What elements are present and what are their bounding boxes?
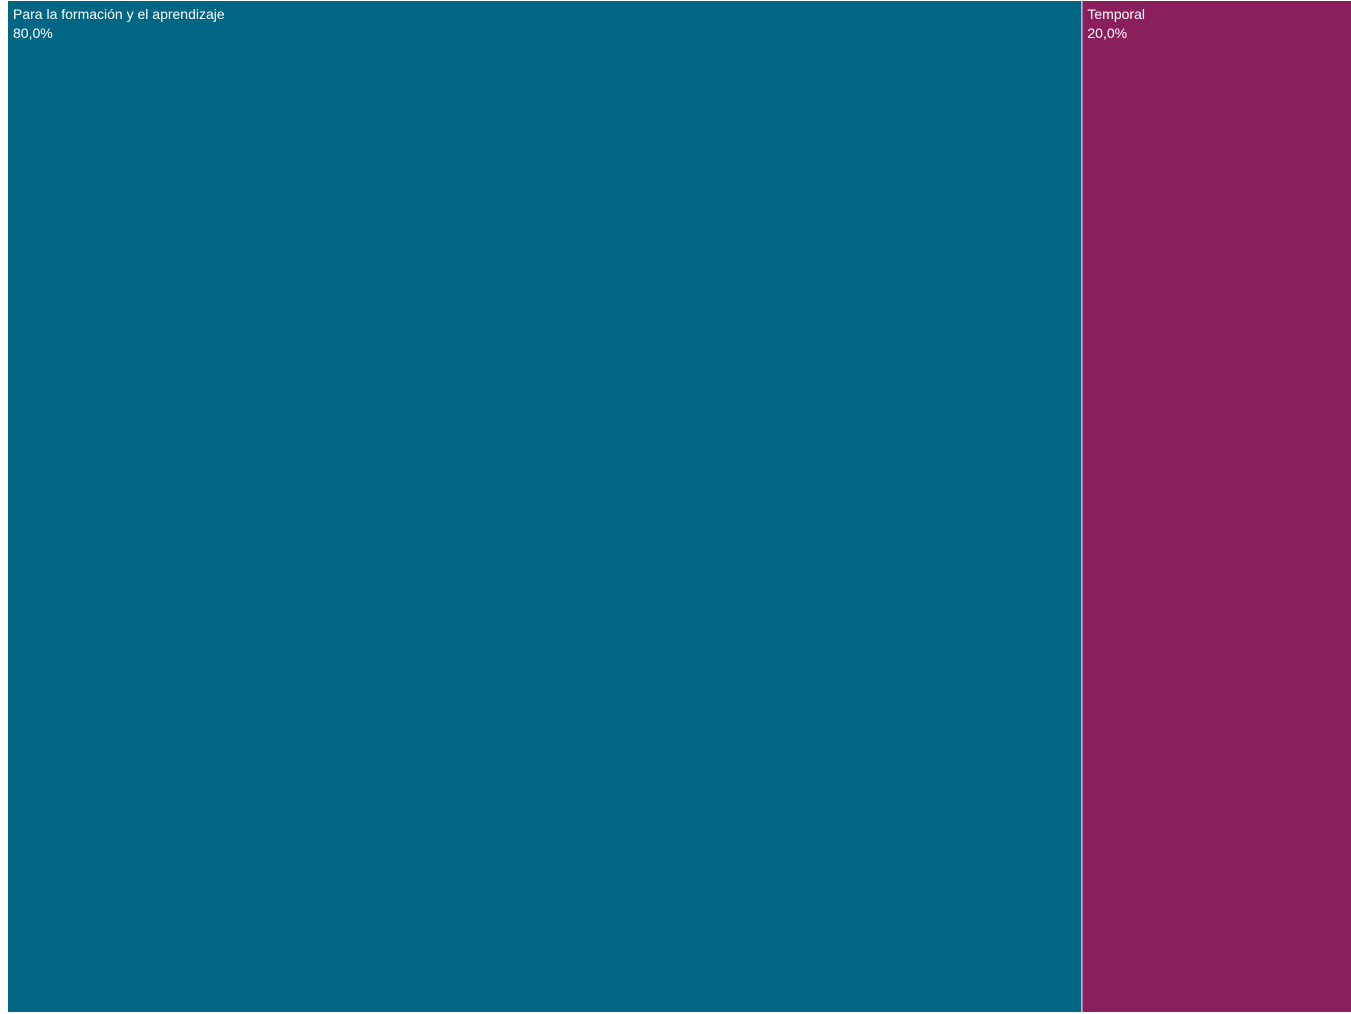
treemap-tile-temporal[interactable]: Temporal 20,0% (1082, 1, 1351, 1012)
treemap-rect-para-la-formacion-y-el-aprendizaje[interactable] (8, 1, 1082, 1012)
treemap-category-label: Temporal (1087, 6, 1145, 22)
treemap-tile-para-la-formacion-y-el-aprendizaje[interactable]: Para la formación y el aprendizaje 80,0% (8, 1, 1082, 1012)
treemap-chart: Para la formación y el aprendizaje 80,0% T… (8, 1, 1351, 1012)
treemap-category-label: Para la formación y el aprendizaje (13, 6, 225, 22)
treemap-value-label: 20,0% (1087, 25, 1127, 41)
treemap-value-label: 80,0% (13, 25, 53, 41)
treemap-rect-temporal[interactable] (1082, 1, 1351, 1012)
